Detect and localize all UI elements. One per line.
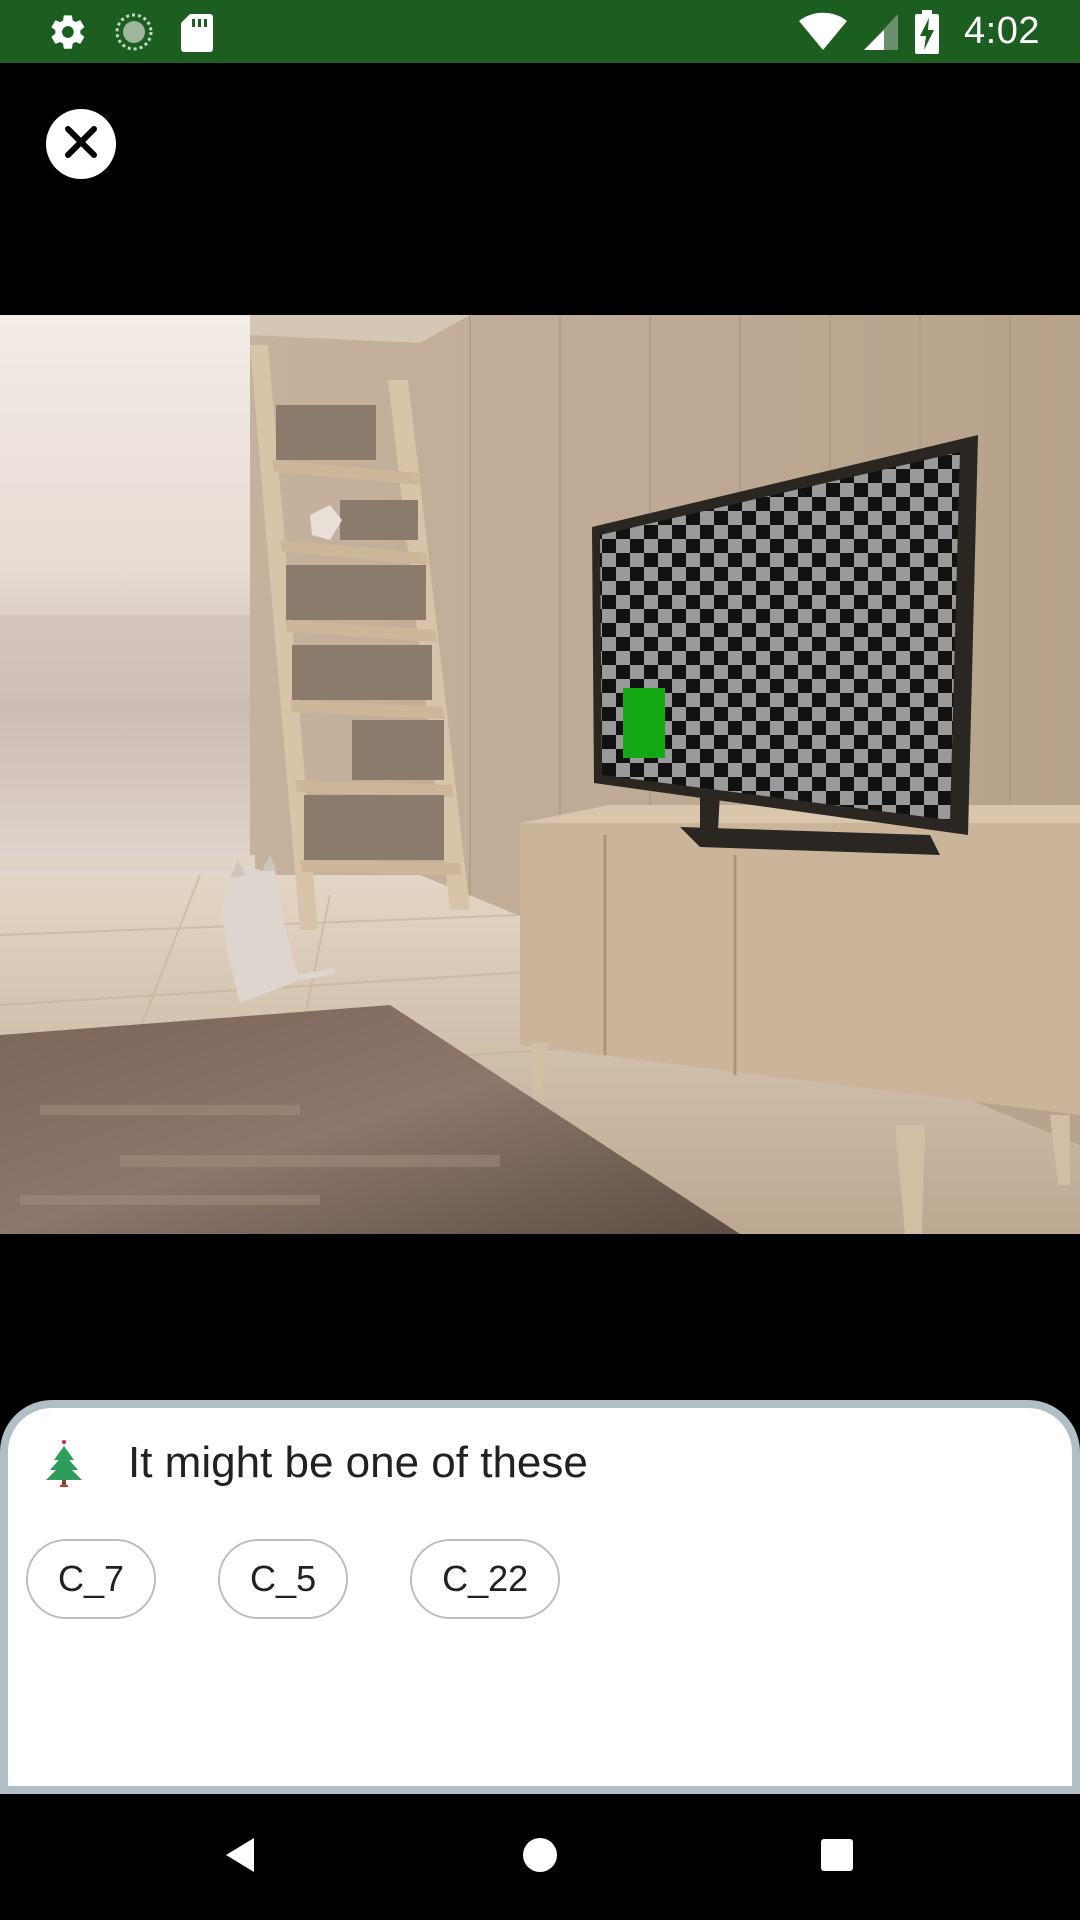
screen: 4:02 It might be one of these C_7 C_5 C_… (0, 0, 1080, 1920)
recents-button[interactable] (807, 1827, 867, 1887)
battery-charging-icon (914, 9, 940, 54)
status-left-icons (48, 0, 214, 63)
wifi-icon (798, 12, 848, 52)
close-button[interactable] (46, 109, 116, 179)
navigation-bar (0, 1794, 1080, 1920)
sheet-title: It might be one of these (128, 1438, 588, 1487)
highlight-box (623, 688, 665, 758)
camera-preview (0, 315, 1080, 1234)
close-icon (62, 123, 100, 166)
sheet-header: It might be one of these (44, 1438, 588, 1488)
room-scene (0, 315, 1080, 1234)
status-time: 4:02 (964, 10, 1040, 52)
status-right-icons: 4:02 (798, 0, 1040, 63)
result-chip[interactable]: C_22 (410, 1539, 561, 1619)
result-chip[interactable]: C_7 (26, 1539, 157, 1619)
sd-card-icon (180, 12, 214, 52)
home-icon (521, 1836, 559, 1879)
sync-icon (114, 12, 154, 52)
status-bar: 4:02 (0, 0, 1080, 63)
back-button[interactable] (210, 1827, 270, 1887)
tree-icon (44, 1438, 84, 1488)
result-chip[interactable]: C_5 (218, 1539, 349, 1619)
signal-icon (862, 12, 900, 52)
settings-icon (48, 12, 88, 52)
results-sheet: It might be one of these C_7 C_5 C_22 (0, 1400, 1080, 1794)
recents-icon (820, 1838, 854, 1877)
home-button[interactable] (510, 1827, 570, 1887)
back-icon (222, 1835, 258, 1880)
result-chips: C_7 C_5 C_22 (26, 1539, 561, 1619)
